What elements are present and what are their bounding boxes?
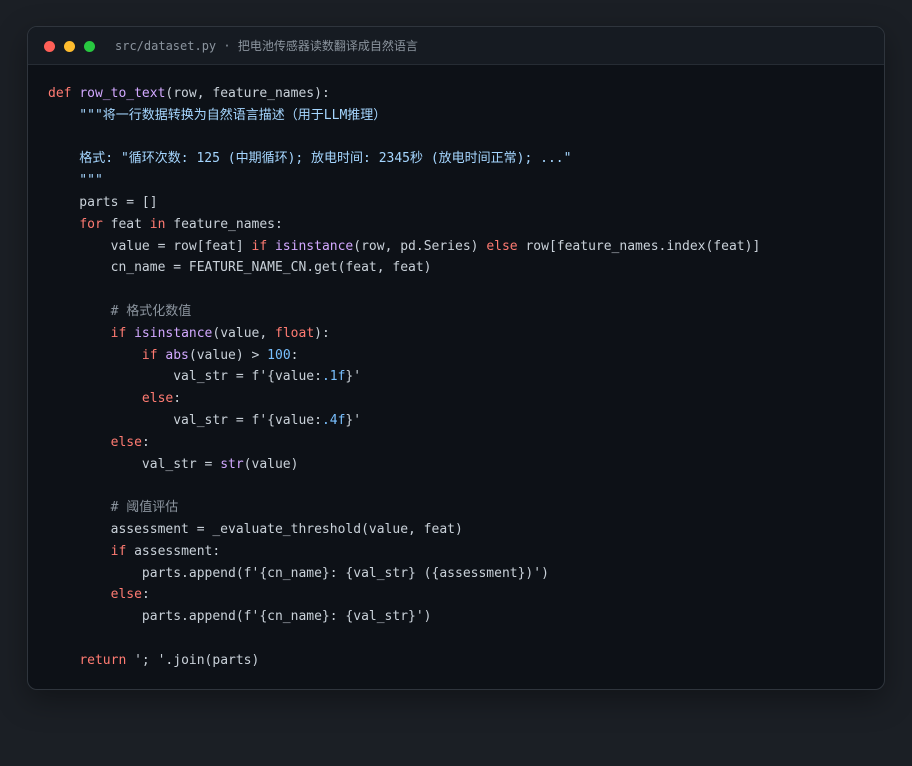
code-line: # 格式化数值 bbox=[48, 301, 760, 323]
code-line: def row_to_text(row, feature_names): bbox=[48, 83, 760, 105]
code-token: else bbox=[141, 391, 174, 407]
code-token: (row, feature_names): bbox=[165, 86, 330, 101]
code-token: (value, bbox=[212, 325, 276, 341]
code-line: parts.append(f'{cn_name}: {val_str} ({as… bbox=[48, 563, 760, 585]
code-token: .1f bbox=[321, 369, 346, 385]
code-token: .4f bbox=[321, 412, 346, 428]
code-line: val_str = f'{value:.1f}' bbox=[48, 366, 760, 388]
code-token: isinstance bbox=[274, 238, 354, 254]
code-token: }' bbox=[345, 369, 362, 385]
code-line: val_str = str(value) bbox=[48, 454, 760, 476]
code-token: parts = [] bbox=[48, 194, 158, 210]
code-token: '; '.join(parts) bbox=[126, 652, 260, 668]
code-token: # 格式化数值 bbox=[48, 303, 192, 319]
code-token: """ bbox=[48, 173, 103, 189]
code-line: cn_name = FEATURE_NAME_CN.get(feat, feat… bbox=[48, 257, 760, 279]
code-line: # 阈值评估 bbox=[48, 497, 760, 519]
close-window-button[interactable] bbox=[44, 41, 55, 52]
code-token: else bbox=[486, 238, 518, 254]
code-line: """ bbox=[48, 170, 760, 192]
code-token: str bbox=[220, 456, 244, 472]
code-token: if bbox=[110, 543, 127, 559]
code-line: return '; '.join(parts) bbox=[48, 650, 760, 672]
code-line: else: bbox=[48, 432, 760, 454]
title-bar: src/dataset.py · 把电池传感器读数翻译成自然语言 bbox=[28, 27, 884, 65]
code-token: parts.append(f'{cn_name}: {val_str} ({as… bbox=[48, 565, 549, 581]
code-line: else: bbox=[48, 584, 760, 606]
code-token: }' bbox=[345, 412, 362, 428]
maximize-window-button[interactable] bbox=[84, 41, 95, 52]
code-token: if bbox=[251, 238, 268, 254]
code-token: val_str = f'{value: bbox=[48, 369, 322, 385]
code-token: float bbox=[275, 325, 315, 341]
code-line: if isinstance(value, float): bbox=[48, 323, 760, 345]
code-token: feat bbox=[102, 216, 150, 232]
window-title: src/dataset.py · 把电池传感器读数翻译成自然语言 bbox=[115, 39, 418, 53]
code-line: 格式: "循环次数: 125 (中期循环); 放电时间: 2345秒 (放电时间… bbox=[48, 148, 760, 170]
code-window: src/dataset.py · 把电池传感器读数翻译成自然语言 def row… bbox=[27, 26, 885, 690]
code-token: : bbox=[290, 347, 299, 363]
code-line: value = row[feat] if isinstance(row, pd.… bbox=[48, 236, 761, 258]
code-token: abs bbox=[165, 347, 189, 363]
code-token: ): bbox=[314, 325, 330, 341]
code-token: else bbox=[110, 587, 142, 603]
code-line: if assessment: bbox=[48, 541, 760, 563]
code-token: if bbox=[110, 325, 127, 341]
code-token: 100 bbox=[267, 347, 291, 363]
code-token: val_str = bbox=[48, 456, 221, 472]
code-token: : bbox=[141, 587, 150, 603]
minimize-window-button[interactable] bbox=[64, 41, 75, 52]
code-token: for bbox=[79, 216, 103, 232]
code-token: : bbox=[141, 434, 150, 450]
code-token: if bbox=[141, 347, 158, 363]
code-token: (value) bbox=[243, 456, 299, 472]
code-line: parts = [] bbox=[48, 192, 760, 214]
code-block: def row_to_text(row, feature_names): """… bbox=[48, 83, 760, 672]
code-token: assessment: bbox=[126, 543, 221, 559]
code-token: : bbox=[173, 391, 182, 407]
code-token: else bbox=[110, 434, 142, 450]
code-token: return bbox=[79, 652, 127, 668]
code-token: row_to_text bbox=[79, 86, 166, 101]
code-token: val_str = f'{value: bbox=[48, 412, 322, 428]
code-token: # 阈值评估 bbox=[48, 500, 179, 516]
code-token: row[feature_names.index(feat)] bbox=[517, 238, 761, 254]
code-token: def bbox=[48, 86, 72, 101]
code-line: if abs(value) > 100: bbox=[48, 345, 760, 367]
code-line: """将一行数据转换为自然语言描述（用于LLM推理） bbox=[48, 105, 760, 127]
code-token: 格式: "循环次数: 125 (中期循环); 放电时间: 2345秒 (放电时间… bbox=[48, 151, 572, 167]
code-token: """将一行数据转换为自然语言描述（用于LLM推理） bbox=[48, 107, 387, 123]
code-line: for feat in feature_names: bbox=[48, 214, 760, 236]
code-token: cn_name = FEATURE_NAME_CN.get(feat, feat… bbox=[48, 260, 432, 276]
code-line: assessment = _evaluate_threshold(value, … bbox=[48, 519, 760, 541]
code-token: parts.append(f'{cn_name}: {val_str}') bbox=[48, 609, 432, 625]
code-line: val_str = f'{value:.4f}' bbox=[48, 410, 760, 432]
code-token: (value) > bbox=[188, 347, 268, 363]
code-line: parts.append(f'{cn_name}: {val_str}') bbox=[48, 606, 760, 628]
code-line: else: bbox=[48, 388, 760, 410]
code-token: in bbox=[149, 216, 166, 232]
code-token: (row, pd.Series) bbox=[353, 238, 487, 254]
code-token: isinstance bbox=[134, 325, 213, 341]
code-token: value = row[feat] bbox=[48, 238, 252, 254]
code-token: feature_names: bbox=[165, 216, 283, 232]
code-token: assessment = _evaluate_threshold(value, … bbox=[48, 521, 463, 537]
